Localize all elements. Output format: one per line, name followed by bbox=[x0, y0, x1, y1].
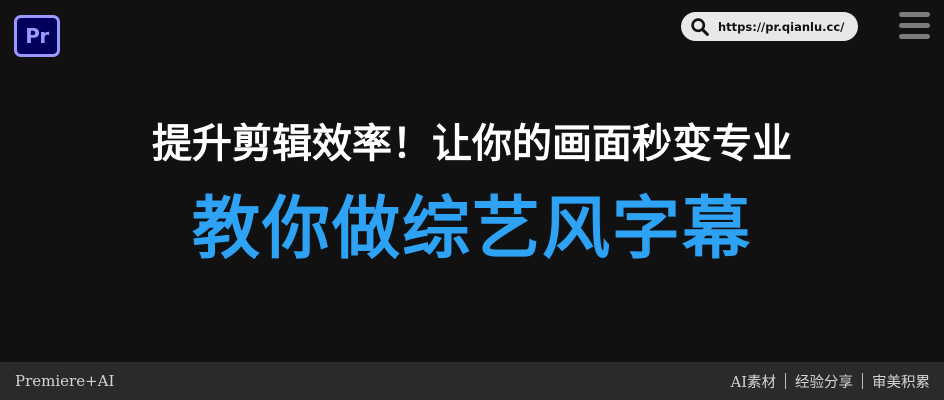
page: Pr https://pr.qianlu.cc/ 提升剪辑效率！让你的画面秒变专… bbox=[0, 0, 944, 400]
footer-divider bbox=[862, 373, 863, 389]
footer-link-ai-assets[interactable]: AI素材 bbox=[731, 371, 776, 392]
page-title: 教你做综艺风字幕 bbox=[191, 190, 752, 269]
footer-link-experience[interactable]: 经验分享 bbox=[795, 371, 853, 392]
url-bar[interactable]: https://pr.qianlu.cc/ bbox=[681, 12, 858, 41]
footer-brand: Premiere+AI bbox=[15, 372, 115, 390]
menu-bar bbox=[899, 12, 930, 17]
premiere-logo[interactable]: Pr bbox=[14, 15, 60, 57]
url-text: https://pr.qianlu.cc/ bbox=[718, 19, 845, 34]
search-icon bbox=[690, 17, 710, 37]
footer-links: AI素材 经验分享 审美积累 bbox=[731, 371, 930, 392]
menu-bar bbox=[899, 23, 930, 28]
footer: Premiere+AI AI素材 经验分享 审美积累 bbox=[0, 362, 944, 400]
headline: 提升剪辑效率！让你的画面秒变专业 bbox=[152, 121, 792, 167]
menu-bar bbox=[899, 34, 930, 39]
logo-text: Pr bbox=[25, 24, 49, 48]
footer-link-aesthetics[interactable]: 审美积累 bbox=[872, 371, 930, 392]
hamburger-menu-icon[interactable] bbox=[899, 12, 930, 39]
footer-divider bbox=[785, 373, 786, 389]
